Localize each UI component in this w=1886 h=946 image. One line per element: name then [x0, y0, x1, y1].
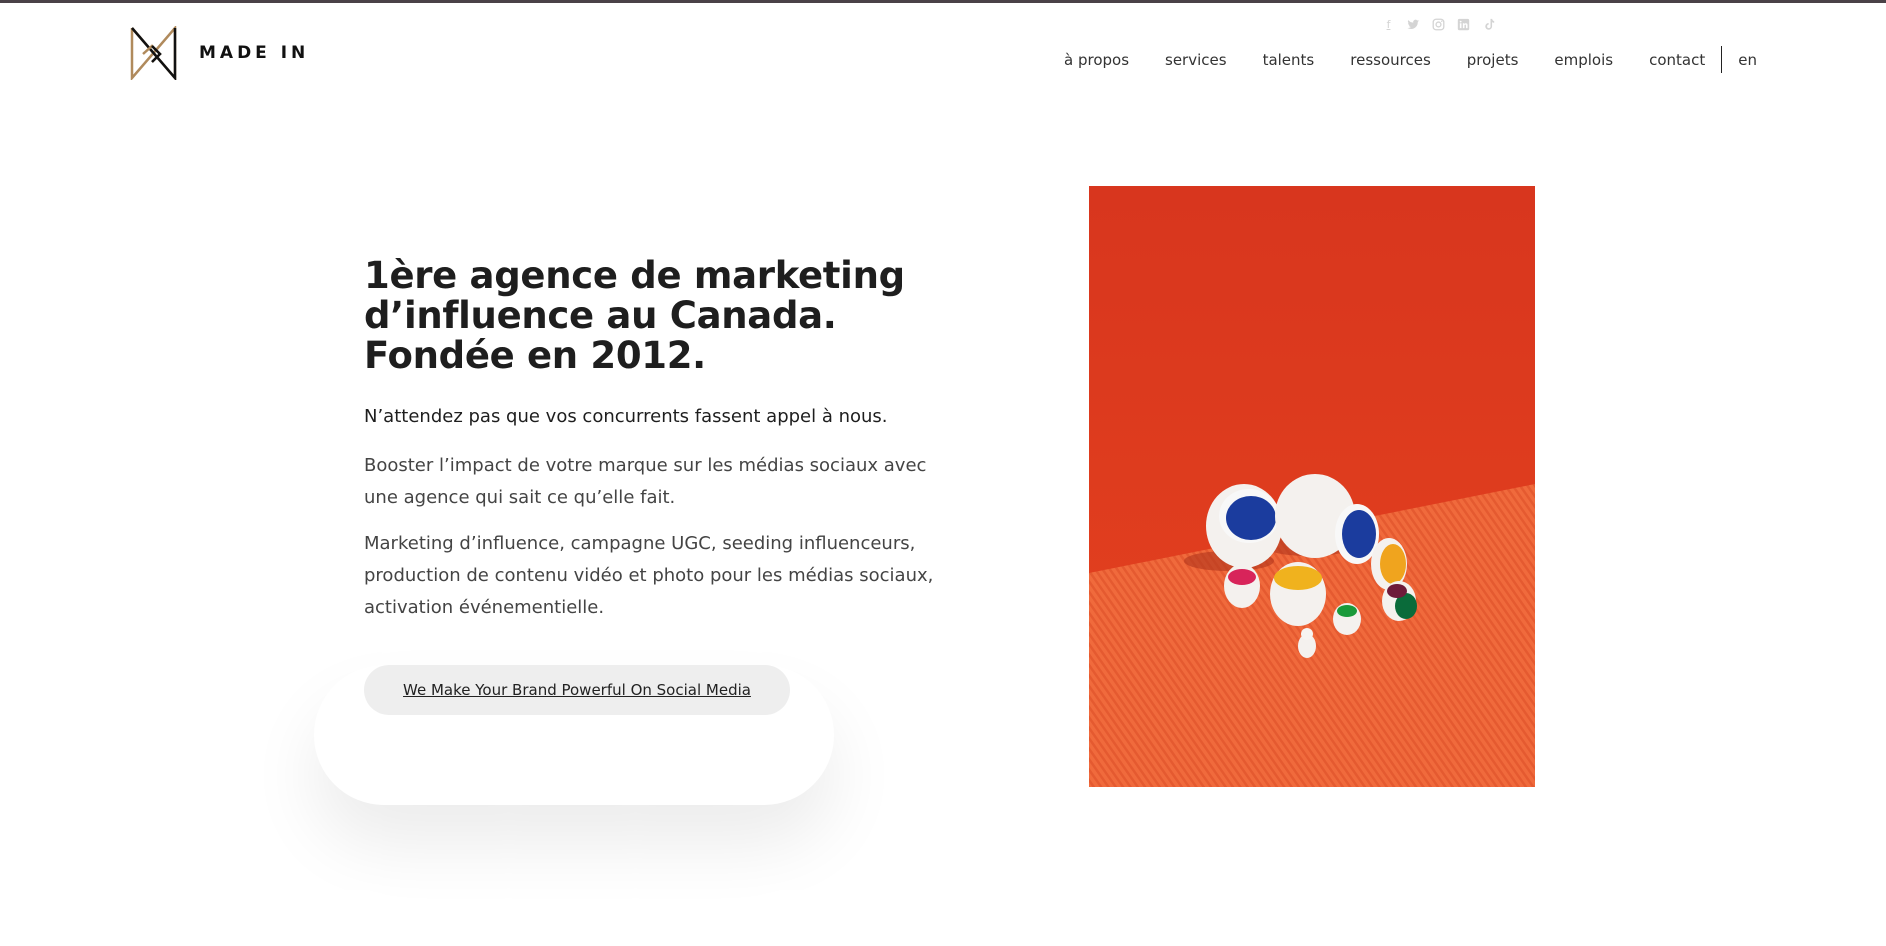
nav-item-emplois[interactable]: emplois — [1554, 50, 1613, 70]
nav-item-services[interactable]: services — [1165, 50, 1227, 70]
nav-item-a-propos[interactable]: à propos — [1064, 50, 1129, 70]
nav-item-talents[interactable]: talents — [1263, 50, 1315, 70]
made-in-logo-icon — [130, 26, 177, 80]
nav-item-contact[interactable]: contact — [1649, 50, 1705, 70]
top-border — [0, 0, 1886, 3]
cta-wrapper: We Make Your Brand Powerful On Social Me… — [364, 665, 790, 715]
twitter-icon[interactable] — [1406, 17, 1421, 32]
linkedin-icon[interactable] — [1456, 17, 1471, 32]
hero-subtitle: N’attendez pas que vos concurrents fasse… — [364, 406, 888, 427]
language-switch[interactable]: en — [1738, 51, 1757, 69]
nav-divider — [1721, 46, 1723, 73]
hero-paragraph-2: Marketing d’influence, campagne UGC, see… — [364, 533, 934, 618]
hero-image — [1089, 186, 1535, 787]
main-nav: à propos services talents ressources pro… — [1064, 46, 1757, 73]
logo[interactable]: MADE IN — [130, 26, 309, 80]
hero-paragraph-1: Booster l’impact de votre marque sur les… — [364, 455, 927, 508]
hero-title: 1ère agence de marketing d’influence au … — [364, 254, 905, 377]
facebook-icon[interactable]: f — [1381, 17, 1396, 32]
hero-section: 1ère agence de marketing d’influence au … — [364, 256, 964, 624]
nav-item-projets[interactable]: projets — [1467, 50, 1519, 70]
tiktok-icon[interactable] — [1481, 17, 1496, 32]
social-links: f — [1381, 17, 1496, 32]
cta-button[interactable]: We Make Your Brand Powerful On Social Me… — [364, 665, 790, 715]
logo-text: MADE IN — [199, 43, 310, 63]
instagram-icon[interactable] — [1431, 17, 1446, 32]
nesting-dolls-illustration — [1089, 186, 1535, 787]
nav-item-ressources[interactable]: ressources — [1350, 50, 1431, 70]
